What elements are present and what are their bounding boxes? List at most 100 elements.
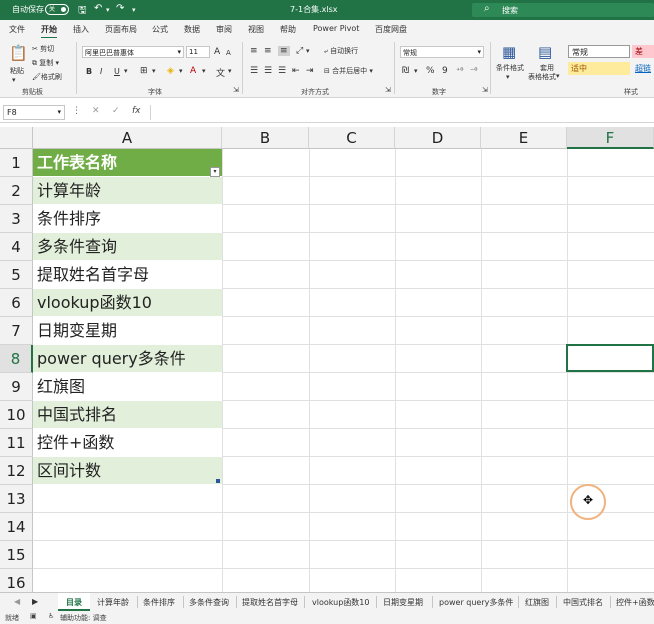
row-header[interactable]: 11 (0, 429, 33, 457)
currency-icon[interactable]: ₪ (402, 66, 409, 76)
underline-dropdown-icon[interactable]: ▾ (124, 67, 128, 75)
sheet-tab[interactable]: 条件排序 (143, 597, 175, 608)
conditional-formatting-button[interactable]: 条件格式 (496, 63, 524, 73)
tab-home[interactable]: 开始 (41, 24, 57, 39)
sheet-tab[interactable]: 提取姓名首字母 (242, 597, 298, 608)
font-size-select[interactable]: 11 (186, 46, 210, 58)
align-right-icon[interactable]: ☰ (278, 66, 286, 76)
macro-record-icon[interactable]: ▣ (30, 612, 37, 620)
paste-button[interactable]: 粘贴 (10, 66, 24, 76)
fill-color-dropdown-icon[interactable]: ▾ (179, 67, 183, 75)
paste-icon[interactable]: 📋 (9, 44, 28, 62)
table-resize-handle[interactable] (216, 479, 220, 483)
row-header[interactable]: 14 (0, 513, 33, 541)
borders-icon[interactable]: ⊞ (140, 66, 148, 76)
next-sheet-icon[interactable]: ▶ (32, 597, 38, 606)
font-dialog-launcher-icon[interactable]: ⇲ (233, 86, 239, 94)
row-header[interactable]: 3 (0, 205, 33, 233)
table-cell[interactable]: 多条件查询 (33, 233, 222, 261)
style-hyperlink[interactable]: 超链 (632, 62, 654, 75)
save-icon[interactable]: 🖫 (78, 3, 87, 20)
borders-dropdown-icon[interactable]: ▾ (152, 67, 156, 75)
undo-dropdown-icon[interactable]: ▾ (106, 6, 110, 14)
tab-baidu-netdisk[interactable]: 百度网盘 (375, 24, 407, 35)
table-cell[interactable]: 条件排序 (33, 205, 222, 233)
tab-review[interactable]: 审阅 (216, 24, 232, 35)
table-cell[interactable]: 控件+函数 (33, 429, 222, 457)
more-options-icon[interactable]: ⋮ (72, 106, 81, 116)
tab-data[interactable]: 数据 (184, 24, 200, 35)
percent-button[interactable]: % (426, 66, 435, 76)
wrap-text-button[interactable]: ⤶ 自动换行 (324, 46, 358, 56)
sheet-tab[interactable]: vlookup函数10 (312, 597, 369, 608)
align-center-icon[interactable]: ☰ (264, 66, 272, 76)
style-neutral[interactable]: 适中 (568, 62, 630, 75)
paste-dropdown-icon[interactable]: ▾ (12, 76, 16, 84)
table-cell[interactable]: 提取姓名首字母 (33, 261, 222, 289)
column-header-a[interactable]: A (33, 127, 222, 149)
font-color-icon[interactable]: A (190, 66, 196, 76)
accessibility-status[interactable]: 辅助功能: 调查 (60, 613, 107, 623)
copy-button[interactable]: ⧉ 复制 ▾ (32, 58, 59, 68)
column-header-e[interactable]: E (481, 127, 567, 149)
shrink-font-button[interactable]: A (226, 49, 231, 57)
phonetic-icon[interactable]: 文 (216, 66, 225, 79)
search-box[interactable]: ⌕ 搜索 (472, 3, 654, 17)
row-header[interactable]: 9 (0, 373, 33, 401)
customize-qat-icon[interactable]: ▾ (132, 6, 136, 14)
align-left-icon[interactable]: ☰ (250, 66, 258, 76)
row-header[interactable]: 10 (0, 401, 33, 429)
row-header[interactable]: 15 (0, 541, 33, 569)
tab-page-layout[interactable]: 页面布局 (105, 24, 137, 35)
row-header[interactable]: 12 (0, 457, 33, 485)
column-header-c[interactable]: C (309, 127, 395, 149)
cancel-icon[interactable]: ✕ (92, 106, 100, 116)
sheet-tab-active[interactable]: 目录 (58, 593, 90, 611)
row-header[interactable]: 8 (0, 345, 33, 373)
conditional-formatting-icon[interactable]: ▦ (502, 43, 516, 61)
font-color-dropdown-icon[interactable]: ▾ (202, 67, 206, 75)
name-box[interactable]: F8 ▾ (3, 105, 65, 120)
redo-icon[interactable]: ↷ (116, 3, 124, 14)
tab-insert[interactable]: 插入 (73, 24, 89, 35)
tab-file[interactable]: 文件 (9, 24, 25, 35)
row-header[interactable]: 4 (0, 233, 33, 261)
formula-input[interactable] (150, 105, 652, 120)
grow-font-button[interactable]: A (214, 47, 220, 57)
select-all-corner[interactable] (0, 127, 33, 149)
tab-power-pivot[interactable]: Power Pivot (313, 24, 359, 33)
row-header[interactable]: 1 (0, 149, 33, 177)
active-cell-f8[interactable] (566, 344, 654, 372)
table-cell[interactable]: power query多条件 (33, 345, 222, 373)
fill-color-icon[interactable]: ◈ (167, 66, 174, 76)
row-header[interactable]: 6 (0, 289, 33, 317)
alignment-dialog-launcher-icon[interactable]: ⇲ (385, 86, 391, 94)
style-bad[interactable]: 差 (632, 45, 654, 58)
table-cell[interactable]: 中国式排名 (33, 401, 222, 429)
column-header-d[interactable]: D (395, 127, 481, 149)
sheet-tab[interactable]: power query多条件 (439, 597, 513, 608)
sheet-tab[interactable]: 日期变星期 (383, 597, 423, 608)
column-header-b[interactable]: B (222, 127, 309, 149)
increase-decimal-icon[interactable]: ⁺⁰ (456, 66, 463, 75)
decrease-indent-icon[interactable]: ⇤ (292, 66, 300, 76)
sheet-tab[interactable]: 中国式排名 (563, 597, 603, 608)
sheet-tab[interactable]: 控件+函数 (616, 597, 654, 608)
format-as-table-icon[interactable]: ▤ (538, 43, 552, 61)
cut-button[interactable]: ✂ 剪切 (32, 44, 54, 54)
table-cell[interactable]: 区间计数 (33, 457, 222, 485)
prev-sheet-icon[interactable]: ◀ (14, 597, 20, 606)
underline-button[interactable]: U (114, 67, 120, 76)
tab-formulas[interactable]: 公式 (152, 24, 168, 35)
number-dialog-launcher-icon[interactable]: ⇲ (482, 86, 488, 94)
align-bottom-icon[interactable]: ≡ (278, 46, 290, 56)
row-header[interactable]: 7 (0, 317, 33, 345)
table-cell[interactable]: vlookup函数10 (33, 289, 222, 317)
column-header-f[interactable]: F (567, 127, 654, 149)
filter-dropdown-icon[interactable]: ▾ (210, 167, 220, 177)
number-format-select[interactable]: 常规 ▾ (400, 46, 484, 58)
table-cell[interactable]: 日期变星期 (33, 317, 222, 345)
undo-icon[interactable]: ↶ (94, 3, 102, 14)
merge-center-button[interactable]: ⊟ 合并后居中 ▾ (324, 66, 373, 76)
row-header[interactable]: 5 (0, 261, 33, 289)
